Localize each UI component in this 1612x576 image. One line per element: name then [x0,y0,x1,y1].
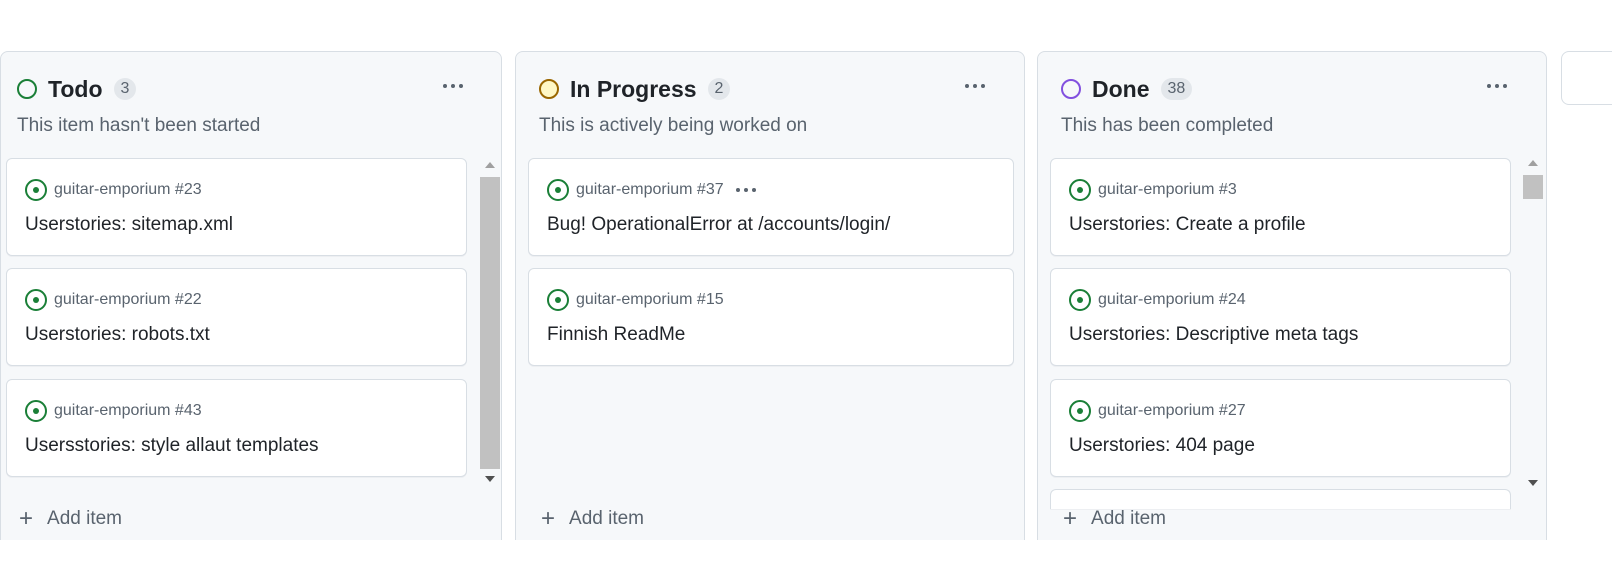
card-title[interactable]: Userstories: Descriptive meta tags [1069,324,1358,346]
card-meta: guitar-emporium #27 [1069,400,1246,422]
card-repo-link[interactable]: guitar-emporium #27 [1098,402,1246,420]
card-repo-link[interactable]: guitar-emporium #23 [54,181,202,199]
issue-card[interactable]: guitar-emporium #15 Finnish ReadMe [528,268,1014,366]
column-done: Done 38 This has been completed guitar-e… [1037,51,1547,540]
next-column-edge [1561,51,1612,105]
column-menu-button[interactable] [958,76,992,96]
card-meta: guitar-emporium #15 [547,289,724,311]
kebab-horizontal-icon [1487,84,1507,88]
circle-status-icon [539,79,559,99]
plus-icon: + [19,505,34,532]
issue-card[interactable]: guitar-emporium #43 Usersstories: style … [6,379,467,477]
card-meta: guitar-emporium #37 [547,179,756,201]
scrollbar-thumb[interactable] [480,177,500,469]
card-title[interactable]: Finnish ReadMe [547,324,685,346]
column-header: In Progress 2 [539,74,731,104]
card-repo-link[interactable]: guitar-emporium #24 [1098,291,1246,309]
column-title: Done [1092,75,1150,102]
add-item-button[interactable]: + Add item [19,505,122,532]
issue-opened-icon [547,179,569,201]
issue-card-partial[interactable] [1050,489,1511,509]
column-in-progress: In Progress 2 This is actively being wor… [515,51,1025,540]
add-item-button[interactable]: + Add item [1063,505,1166,532]
column-title: In Progress [570,75,697,102]
scroll-up-arrow[interactable] [485,162,495,168]
column-description: This has been completed [1061,115,1274,136]
column-header: Todo 3 [17,74,137,104]
add-item-label: Add item [569,508,644,529]
issue-opened-icon [547,289,569,311]
issue-opened-icon [1069,289,1091,311]
add-item-label: Add item [47,508,122,529]
issue-opened-icon [1069,179,1091,201]
card-title[interactable]: Userstories: sitemap.xml [25,214,233,236]
card-title[interactable]: Userstories: robots.txt [25,324,210,346]
kebab-horizontal-icon [443,84,463,88]
add-item-label: Add item [1091,508,1166,529]
column-scrollbar[interactable] [1523,154,1543,494]
card-meta: guitar-emporium #43 [25,400,202,422]
card-title[interactable]: Usersstories: style allaut templates [25,435,319,457]
card-meta: guitar-emporium #3 [1069,179,1237,201]
column-header: Done 38 [1061,74,1193,104]
card-meta: guitar-emporium #23 [25,179,202,201]
circle-status-icon [17,79,37,99]
issue-opened-icon [1069,400,1091,422]
item-count-badge: 2 [707,78,731,100]
issue-card[interactable]: guitar-emporium #24 Userstories: Descrip… [1050,268,1511,366]
card-repo-link[interactable]: guitar-emporium #43 [54,402,202,420]
issue-opened-icon [25,400,47,422]
column-todo: Todo 3 This item hasn't been started gui… [0,51,502,540]
issue-opened-icon [25,179,47,201]
kebab-horizontal-icon [965,84,985,88]
card-title[interactable]: Userstories: 404 page [1069,435,1255,457]
circle-status-icon [1061,79,1081,99]
item-count-badge: 38 [1160,78,1193,100]
scroll-down-arrow[interactable] [485,476,495,482]
column-scrollbar[interactable] [480,156,500,488]
column-menu-button[interactable] [1480,76,1514,96]
column-title: Todo [48,75,103,102]
card-repo-link[interactable]: guitar-emporium #37 [576,181,724,199]
card-title[interactable]: Bug! OperationalError at /accounts/login… [547,214,890,236]
issue-opened-icon [25,289,47,311]
scroll-down-arrow[interactable] [1528,480,1538,486]
column-description: This is actively being worked on [539,115,808,136]
scroll-up-arrow[interactable] [1528,160,1538,166]
card-title[interactable]: Userstories: Create a profile [1069,214,1306,236]
plus-icon: + [1063,505,1078,532]
column-menu-button[interactable] [436,76,470,96]
column-description: This item hasn't been started [17,115,261,136]
card-options-button[interactable] [735,188,756,192]
issue-card[interactable]: guitar-emporium #3 Userstories: Create a… [1050,158,1511,256]
card-meta: guitar-emporium #24 [1069,289,1246,311]
issue-card[interactable]: guitar-emporium #23 Userstories: sitemap… [6,158,467,256]
project-board: Todo 3 This item hasn't been started gui… [0,0,1612,540]
issue-card[interactable]: guitar-emporium #22 Userstories: robots.… [6,268,467,366]
item-count-badge: 3 [113,78,137,100]
scrollbar-thumb[interactable] [1523,175,1543,199]
add-item-button[interactable]: + Add item [541,505,644,532]
card-repo-link[interactable]: guitar-emporium #3 [1098,181,1237,199]
card-meta: guitar-emporium #22 [25,289,202,311]
issue-card[interactable]: guitar-emporium #37 Bug! OperationalErro… [528,158,1014,256]
card-repo-link[interactable]: guitar-emporium #22 [54,291,202,309]
issue-card[interactable]: guitar-emporium #27 Userstories: 404 pag… [1050,379,1511,477]
card-repo-link[interactable]: guitar-emporium #15 [576,291,724,309]
plus-icon: + [541,505,556,532]
